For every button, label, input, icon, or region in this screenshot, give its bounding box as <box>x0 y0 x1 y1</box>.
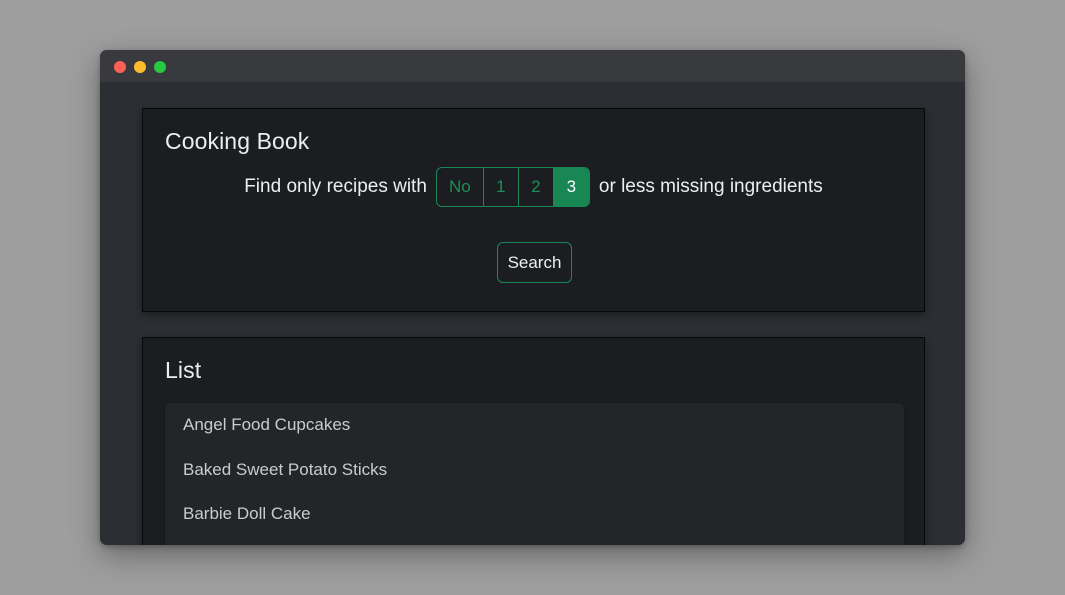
filter-suffix-text: or less missing ingredients <box>598 176 823 197</box>
list-title: List <box>165 357 202 383</box>
page-content: Cooking Book Find only recipes with No 1… <box>100 82 965 545</box>
missing-count-button-group: No 1 2 3 <box>435 167 590 207</box>
missing-option-2[interactable]: 2 <box>519 168 554 206</box>
search-button[interactable]: Search <box>497 242 572 283</box>
missing-option-no[interactable]: No <box>437 168 484 206</box>
missing-option-1[interactable]: 1 <box>484 168 519 206</box>
list-item[interactable]: Baked Sweet Potato Sticks <box>183 460 387 480</box>
missing-ingredients-filter: Find only recipes with No 1 2 3 or less … <box>143 167 924 207</box>
list-item[interactable]: Barbie Doll Cake <box>183 504 311 524</box>
search-card: Cooking Book Find only recipes with No 1… <box>142 108 925 312</box>
page-title: Cooking Book <box>165 128 310 154</box>
recipe-list: Angel Food Cupcakes Baked Sweet Potato S… <box>165 403 904 545</box>
missing-option-3[interactable]: 3 <box>553 168 589 206</box>
close-window-icon[interactable] <box>114 61 126 73</box>
window-titlebar <box>100 50 965 82</box>
maximize-window-icon[interactable] <box>154 61 166 73</box>
browser-window: Cooking Book Find only recipes with No 1… <box>100 50 965 545</box>
list-item[interactable]: Angel Food Cupcakes <box>183 415 350 435</box>
recipe-list-card: List Angel Food Cupcakes Baked Sweet Pot… <box>142 337 925 545</box>
filter-prefix-text: Find only recipes with <box>244 176 427 197</box>
minimize-window-icon[interactable] <box>134 61 146 73</box>
